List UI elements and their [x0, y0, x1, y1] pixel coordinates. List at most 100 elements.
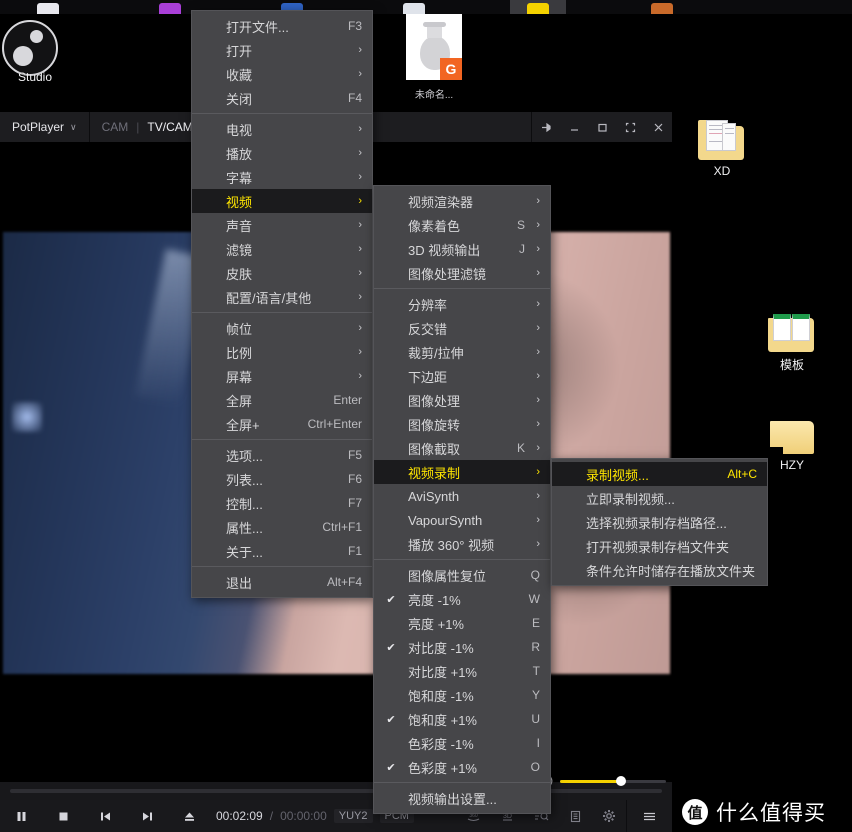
potplayer-menu-button[interactable]: PotPlayer ∨: [0, 112, 90, 142]
video-menu-item-0[interactable]: 视频渲染器 ›: [374, 189, 550, 213]
menu-item-label: 屏幕: [226, 369, 253, 385]
main-menu-item-10[interactable]: 皮肤 ›: [192, 261, 372, 285]
menu-item-label: 对比度 -1%: [408, 640, 474, 656]
video-menu-item-8[interactable]: 图像处理 ›: [374, 388, 550, 412]
menu-item-label: 电视: [226, 122, 253, 138]
main-menu-item-15[interactable]: 全屏 Enter: [192, 388, 372, 412]
main-menu-item-21[interactable]: 关于... F1: [192, 539, 372, 563]
tab-tv-cam[interactable]: TV/CAM/: [147, 120, 196, 134]
pause-button[interactable]: [0, 800, 42, 832]
video-menu-item-1[interactable]: 像素着色 S ›: [374, 213, 550, 237]
taskbar-icon-potplayer[interactable]: [510, 0, 566, 14]
main-menu-item-17[interactable]: 选项... F5: [192, 443, 372, 467]
main-menu-item-8[interactable]: 声音 ›: [192, 213, 372, 237]
main-menu-item-2[interactable]: 收藏 ›: [192, 62, 372, 86]
video-menu-item-13[interactable]: VapourSynth ›: [374, 508, 550, 532]
pin-button[interactable]: [532, 112, 560, 142]
video-menu-item-22[interactable]: 色彩度 -1% I: [374, 731, 550, 755]
menu-item-label: 帧位: [226, 321, 253, 337]
menu-icon[interactable]: [626, 800, 672, 832]
current-time: 00:02:09: [216, 809, 263, 823]
taskbar-icon-2[interactable]: [148, 0, 192, 14]
next-button[interactable]: [126, 800, 168, 832]
video-menu-item-17[interactable]: 亮度 +1% E: [374, 611, 550, 635]
menu-item-label: 亮度 +1%: [408, 616, 464, 632]
video-submenu[interactable]: 视频渲染器 › 像素着色 S › 3D 视频输出 J › 图像处理滤镜 › 分辨率 › 反交错 › 裁剪/拉…: [373, 185, 551, 814]
video-menu-item-2[interactable]: 3D 视频输出 J ›: [374, 237, 550, 261]
maximize-button[interactable]: [588, 112, 616, 142]
menu-item-label: 打开视频录制存档文件夹: [586, 539, 730, 555]
video-record-submenu[interactable]: 录制视频... Alt+C 立即录制视频... 选择视频录制存档路径... 打开视频录制…: [551, 458, 768, 586]
video-menu-item-14[interactable]: 播放 360° 视频 ›: [374, 532, 550, 556]
video-menu-item-9[interactable]: 图像旋转 ›: [374, 412, 550, 436]
submenu-arrow-icon: ›: [358, 44, 362, 56]
main-menu-item-1[interactable]: 打开 ›: [192, 38, 372, 62]
submenu-arrow-icon: ›: [358, 267, 362, 279]
record-menu-item-3[interactable]: 打开视频录制存档文件夹: [552, 534, 767, 558]
video-menu-item-21[interactable]: ✔ 饱和度 +1% U: [374, 707, 550, 731]
main-menu-item-3[interactable]: 关闭 F4: [192, 86, 372, 110]
main-menu-item-19[interactable]: 控制... F7: [192, 491, 372, 515]
thumbnail-image: G: [406, 14, 462, 80]
volume-knob[interactable]: [616, 776, 627, 786]
eject-button[interactable]: [168, 800, 210, 832]
previous-button[interactable]: [84, 800, 126, 832]
video-menu-item-11[interactable]: 视频录制 ›: [374, 460, 550, 484]
volume-slider[interactable]: [540, 770, 666, 792]
main-menu-item-7[interactable]: 视频 ›: [192, 189, 372, 213]
main-menu-item-0[interactable]: 打开文件... F3: [192, 14, 372, 38]
record-menu-item-4[interactable]: 条件允许时储存在播放文件夹: [552, 558, 767, 582]
video-menu-item-23[interactable]: ✔ 色彩度 +1% O: [374, 755, 550, 779]
main-menu-item-18[interactable]: 列表... F6: [192, 467, 372, 491]
menu-item-shortcut: I: [536, 736, 540, 750]
main-context-menu[interactable]: 打开文件... F3 打开 › 收藏 › 关闭 F4 电视 › 播放 › 字幕 › 视频 › 声音 › 滤镜 › 皮肤 ›…: [191, 10, 373, 598]
menu-item-label: 图像处理: [408, 393, 461, 409]
video-menu-item-7[interactable]: 下边距 ›: [374, 364, 550, 388]
submenu-arrow-icon: ›: [358, 171, 362, 183]
video-menu-item-20[interactable]: 饱和度 -1% Y: [374, 683, 550, 707]
main-menu-item-16[interactable]: 全屏+ Ctrl+Enter: [192, 412, 372, 436]
video-menu-item-19[interactable]: 对比度 +1% T: [374, 659, 550, 683]
taskbar-icon-6[interactable]: [640, 0, 684, 14]
close-button[interactable]: [644, 112, 672, 142]
main-menu-item-6[interactable]: 字幕 ›: [192, 165, 372, 189]
menu-item-label: 视频渲染器: [408, 194, 474, 210]
main-menu-item-4[interactable]: 电视 ›: [192, 117, 372, 141]
record-menu-item-1[interactable]: 立即录制视频...: [552, 486, 767, 510]
record-menu-item-2[interactable]: 选择视频录制存档路径...: [552, 510, 767, 534]
time-separator: /: [269, 809, 274, 823]
main-menu-item-12[interactable]: 帧位 ›: [192, 316, 372, 340]
minimize-button[interactable]: [560, 112, 588, 142]
video-menu-item-15[interactable]: 图像属性复位 Q: [374, 563, 550, 587]
taskbar-icon-1[interactable]: [26, 0, 70, 14]
file-thumbnail-preview[interactable]: G 未命名...: [398, 8, 470, 104]
stop-button[interactable]: [42, 800, 84, 832]
desktop-icon-xd[interactable]: XD: [683, 118, 761, 178]
video-menu-item-3[interactable]: 图像处理滤镜 ›: [374, 261, 550, 285]
obs-studio-icon[interactable]: [2, 20, 58, 76]
desktop-icon-muban[interactable]: 模板: [753, 310, 831, 373]
video-menu-item-10[interactable]: 图像截取 K ›: [374, 436, 550, 460]
main-menu-item-9[interactable]: 滤镜 ›: [192, 237, 372, 261]
video-menu-item-5[interactable]: 反交错 ›: [374, 316, 550, 340]
video-menu-item-4[interactable]: 分辨率 ›: [374, 292, 550, 316]
main-menu-item-14[interactable]: 屏幕 ›: [192, 364, 372, 388]
playlist-icon[interactable]: [558, 800, 592, 832]
menu-item-label: 打开: [226, 43, 253, 59]
video-menu-item-24[interactable]: 视频输出设置...: [374, 786, 550, 810]
main-menu-item-13[interactable]: 比例 ›: [192, 340, 372, 364]
tab-cam[interactable]: CAM: [102, 120, 129, 134]
main-menu-item-11[interactable]: 配置/语言/其他 ›: [192, 285, 372, 309]
volume-track[interactable]: [560, 776, 666, 786]
main-menu-item-5[interactable]: 播放 ›: [192, 141, 372, 165]
menu-item-label: 录制视频...: [586, 467, 649, 483]
fullscreen-button[interactable]: [616, 112, 644, 142]
video-menu-item-12[interactable]: AviSynth ›: [374, 484, 550, 508]
video-menu-item-18[interactable]: ✔ 对比度 -1% R: [374, 635, 550, 659]
record-menu-item-0[interactable]: 录制视频... Alt+C: [552, 462, 767, 486]
settings-icon[interactable]: [592, 800, 626, 832]
video-menu-item-6[interactable]: 裁剪/拉伸 ›: [374, 340, 550, 364]
video-menu-item-16[interactable]: ✔ 亮度 -1% W: [374, 587, 550, 611]
main-menu-item-20[interactable]: 属性... Ctrl+F1: [192, 515, 372, 539]
main-menu-item-22[interactable]: 退出 Alt+F4: [192, 570, 372, 594]
